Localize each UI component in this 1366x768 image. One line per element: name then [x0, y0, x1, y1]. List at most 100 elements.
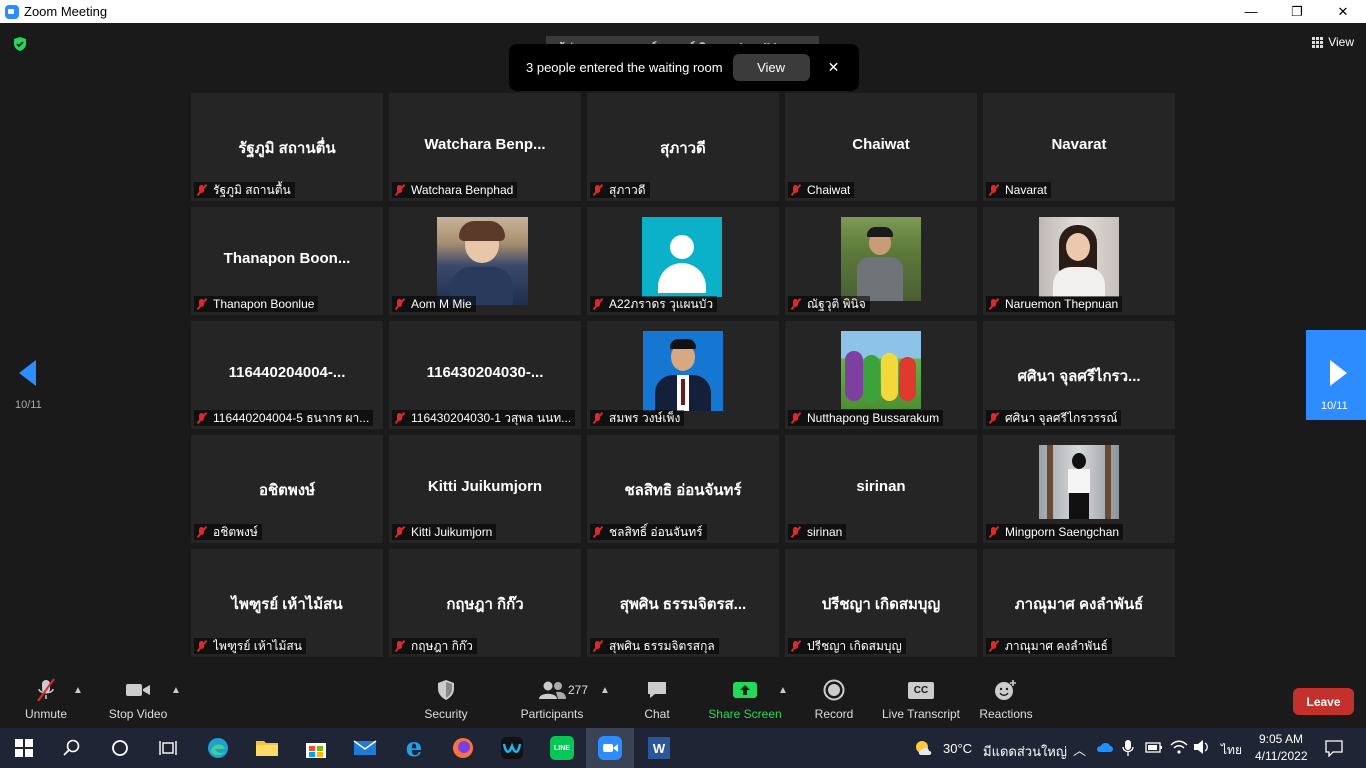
- window-titlebar: Zoom Meeting — ❐ ✕: [0, 0, 1366, 23]
- line-app-icon: LINE: [550, 736, 574, 760]
- participant-tile[interactable]: Chaiwat Chaiwat: [785, 93, 977, 201]
- zoom-app-icon: [5, 4, 19, 19]
- notification-center-icon[interactable]: [1325, 739, 1343, 757]
- cortana-button[interactable]: [96, 728, 144, 768]
- task-view-button[interactable]: [144, 728, 192, 768]
- participant-name: ภาณุมาศ คงลำพันธ์: [1005, 638, 1108, 653]
- participant-display-name: รัฐภูมิ สถานตื่น: [238, 140, 336, 157]
- participant-name: ศศินา จุลศรีไกรวรรณ์: [1005, 410, 1118, 425]
- clock-time[interactable]: 9:05 AM: [1259, 732, 1303, 746]
- participant-tile[interactable]: Kitti Juikumjorn Kitti Juikumjorn: [389, 435, 581, 543]
- participant-tile[interactable]: sirinan sirinan: [785, 435, 977, 543]
- participant-tile[interactable]: ปรีชญา เกิดสมบุญ ปรีชญา เกิดสมบุญ: [785, 549, 977, 657]
- participant-tile[interactable]: Mingporn Saengchan: [983, 435, 1175, 543]
- wifi-icon[interactable]: [1170, 739, 1188, 755]
- participant-name-label: ชลสิทธิ์ อ่อนจันทร์: [590, 524, 707, 540]
- taskbar-zoom[interactable]: [586, 728, 634, 768]
- onedrive-cloud-icon[interactable]: [1096, 741, 1114, 753]
- mail-envelope-icon: [353, 740, 377, 755]
- share-screen-button[interactable]: Share Screen: [706, 673, 784, 728]
- participant-tile[interactable]: สุภาวดี สุภาวดี: [587, 93, 779, 201]
- arrow-right-icon: [1330, 360, 1347, 386]
- taskbar-internet-explorer[interactable]: e: [390, 728, 438, 768]
- participant-name: sirinan: [807, 525, 843, 539]
- waiting-room-view-button[interactable]: View: [732, 54, 810, 81]
- participant-tile[interactable]: ไพฑูรย์ เห้าไม้สน ไพฑูรย์ เห้าไม้สน: [191, 549, 383, 657]
- microphone-tray-icon[interactable]: [1122, 739, 1134, 757]
- taskbar-file-explorer[interactable]: [243, 728, 291, 768]
- share-options-chevron-icon[interactable]: ▲: [778, 685, 788, 696]
- weather-temperature[interactable]: 30°C: [943, 741, 972, 756]
- close-window-button[interactable]: ✕: [1320, 0, 1366, 23]
- next-page-button[interactable]: 10/11: [1306, 330, 1366, 420]
- participant-tile[interactable]: รัฐภูมิ สถานตื่น รัฐภูมิ สถานตื้น: [191, 93, 383, 201]
- restore-button[interactable]: ❐: [1274, 0, 1320, 23]
- participant-tile[interactable]: ศศินา จุลศรีไกรว... ศศินา จุลศรีไกรวรรณ์: [983, 321, 1175, 429]
- participant-name-label: ภาณุมาศ คงลำพันธ์: [986, 638, 1112, 654]
- participant-tile[interactable]: Watchara Benp... Watchara Benphad: [389, 93, 581, 201]
- participant-name-label: สมพร วงษ์เพ็ง: [590, 410, 685, 426]
- start-button[interactable]: [0, 728, 48, 768]
- participant-tile[interactable]: กฤษฎา กิก๊ว กฤษฎา กิก๊ว: [389, 549, 581, 657]
- battery-icon[interactable]: [1145, 740, 1163, 754]
- participant-name: Chaiwat: [807, 183, 851, 197]
- input-language-indicator[interactable]: ไทย: [1221, 741, 1242, 760]
- taskbar-webex[interactable]: [488, 728, 536, 768]
- leave-button[interactable]: Leave: [1293, 688, 1354, 715]
- participant-tile[interactable]: สุพศิน ธรรมจิตรส... สุพศิน ธรรมจิตรสกุล: [587, 549, 779, 657]
- muted-microphone-icon: [196, 412, 208, 424]
- taskbar-line[interactable]: LINE: [538, 728, 586, 768]
- participant-tile[interactable]: ณัฐวุติ พินิจ: [785, 207, 977, 315]
- participant-tile[interactable]: อชิตพงษ์ อชิตพงษ์: [191, 435, 383, 543]
- search-button[interactable]: [48, 728, 96, 768]
- audio-options-chevron-icon[interactable]: ▲: [73, 685, 83, 696]
- show-hidden-icons-chevron-icon[interactable]: ︿: [1073, 740, 1086, 759]
- stop-video-button[interactable]: Stop Video: [106, 673, 170, 728]
- participant-display-name: ปรีชญา เกิดสมบุญ: [821, 596, 941, 613]
- participant-display-name: 116440204004-...: [228, 364, 346, 381]
- taskbar-mail[interactable]: [341, 728, 389, 768]
- waiting-room-close-icon[interactable]: ✕: [828, 59, 840, 76]
- reactions-button[interactable]: Reactions: [978, 673, 1034, 728]
- minimize-button[interactable]: —: [1228, 0, 1274, 23]
- participant-display-name: อชิตพงษ์: [258, 482, 316, 499]
- participants-label: Participants: [520, 707, 584, 721]
- view-button[interactable]: View: [1312, 35, 1354, 49]
- security-button[interactable]: Security: [420, 673, 472, 728]
- encryption-shield-icon[interactable]: [12, 36, 28, 52]
- previous-page-button[interactable]: 10/11: [8, 353, 52, 417]
- live-transcript-button[interactable]: CC Live Transcript: [880, 673, 962, 728]
- muted-microphone-icon: [790, 640, 802, 652]
- taskbar-edge[interactable]: [194, 728, 242, 768]
- participant-tile[interactable]: 116440204004-... 116440204004-5 ธนากร ผา.…: [191, 321, 383, 429]
- participant-tile[interactable]: A22ภราดร วุแผนบัว: [587, 207, 779, 315]
- chat-button[interactable]: Chat: [637, 673, 677, 728]
- weather-sun-cloud-icon[interactable]: [913, 738, 935, 758]
- participant-tile[interactable]: Nutthapong Bussarakum: [785, 321, 977, 429]
- participant-tile[interactable]: สมพร วงษ์เพ็ง: [587, 321, 779, 429]
- weather-description[interactable]: มีแดดส่วนใหญ่: [983, 741, 1067, 762]
- taskbar-word[interactable]: W: [635, 728, 683, 768]
- participant-tile[interactable]: ภาณุมาศ คงลำพันธ์ ภาณุมาศ คงลำพันธ์: [983, 549, 1175, 657]
- clock-date[interactable]: 4/11/2022: [1255, 749, 1308, 763]
- participant-tile[interactable]: Aom M Mie: [389, 207, 581, 315]
- participant-tile[interactable]: Naruemon Thepnuan: [983, 207, 1175, 315]
- participant-display-name: ภาณุมาศ คงลำพันธ์: [1014, 596, 1144, 613]
- unmute-button[interactable]: Unmute: [20, 673, 72, 728]
- cortana-circle-icon: [112, 740, 128, 756]
- participant-tile[interactable]: Thanapon Boon... Thanapon Boonlue: [191, 207, 383, 315]
- participant-name: Naruemon Thepnuan: [1005, 297, 1119, 311]
- speaker-volume-icon[interactable]: [1193, 739, 1211, 755]
- participants-button[interactable]: Participants: [518, 673, 586, 728]
- reactions-label: Reactions: [979, 707, 1033, 721]
- record-button[interactable]: Record: [812, 673, 856, 728]
- participant-tile[interactable]: Navarat Navarat: [983, 93, 1175, 201]
- participant-tile[interactable]: 116430204030-... 116430204030-1 วสุพล นนท…: [389, 321, 581, 429]
- participant-tile[interactable]: ชลสิทธิ อ่อนจันทร์ ชลสิทธิ์ อ่อนจันทร์: [587, 435, 779, 543]
- video-options-chevron-icon[interactable]: ▲: [171, 685, 181, 696]
- taskbar-store[interactable]: [292, 728, 340, 768]
- participants-options-chevron-icon[interactable]: ▲: [600, 685, 610, 696]
- participant-display-name: Kitti Juikumjorn: [427, 478, 543, 495]
- taskbar-firefox[interactable]: [439, 728, 487, 768]
- participant-name: กฤษฎา กิก๊ว: [411, 638, 473, 653]
